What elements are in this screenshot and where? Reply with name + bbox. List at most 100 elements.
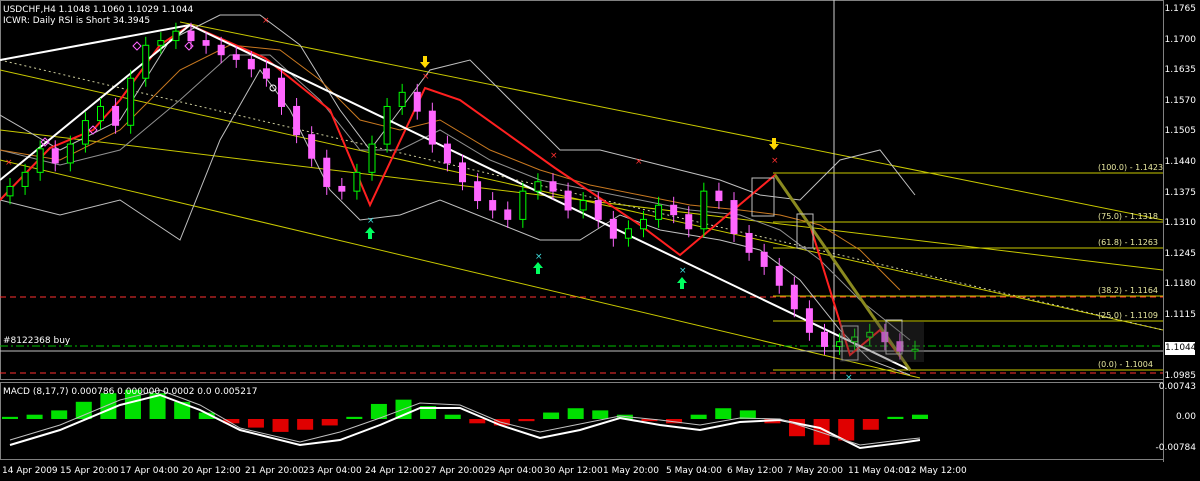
date-tick-label: 21 Apr 20:00: [245, 466, 304, 476]
macd-bar: [26, 414, 43, 419]
macd-bar: [2, 416, 18, 419]
sell-arrow-icon: [420, 56, 430, 68]
price-tick-label: 1.1115: [1164, 309, 1197, 320]
candle-body: [443, 143, 451, 164]
price-pane-frame: [0, 0, 1164, 380]
price-chart[interactable]: × × × × × × × × × ×: [0, 0, 1200, 481]
date-tick-label: 1 May 20:00: [603, 466, 659, 476]
order-label[interactable]: #8122368 buy: [3, 336, 70, 346]
fibo-label: (75.0) - 1.1318: [1098, 212, 1159, 221]
sell-arrow-icon: [769, 138, 779, 150]
candle-body: [685, 214, 693, 230]
shaded-area: [840, 322, 924, 362]
candle-body: [790, 284, 798, 310]
macd-bar: [272, 419, 289, 432]
price-tick-label: 1.1375: [1164, 187, 1197, 198]
signal-cross-icon: ×: [262, 16, 270, 26]
date-tick-label: 7 May 20:00: [787, 466, 843, 476]
candle-body: [217, 44, 225, 56]
diamond-marker-icon: [184, 41, 194, 51]
date-tick-label: 15 Apr 20:00: [60, 466, 119, 476]
macd-bar: [518, 419, 535, 422]
candle-body: [97, 105, 104, 122]
candle-body: [172, 30, 180, 42]
signal-cross-icon: ×: [422, 72, 430, 82]
candle-body: [428, 110, 436, 145]
candle-body: [640, 218, 647, 230]
macd-bar: [912, 414, 928, 419]
macd-bar: [567, 408, 584, 419]
diamond-marker-icon: [132, 41, 142, 51]
candle-body: [489, 200, 497, 211]
macd-bar: [543, 412, 560, 419]
candle-body: [775, 265, 783, 286]
signal-cross-icon: ×: [845, 373, 853, 383]
price-tick-label: 1.1570: [1164, 95, 1197, 106]
symbol-info: USDCHF,H4 1.1048 1.1060 1.1029 1.1044: [3, 5, 194, 15]
date-tick-label: 12 May 12:00: [905, 466, 967, 476]
macd-bar: [75, 401, 92, 419]
candle-body: [383, 105, 391, 145]
signal-cross-icon: ×: [635, 157, 643, 167]
current-price-marker: 1.1044: [1165, 342, 1197, 355]
macd-bar: [321, 419, 338, 426]
candle-body: [760, 251, 768, 267]
candle-body: [519, 190, 527, 220]
candle-body: [715, 190, 723, 202]
fibo-label: (0.0) - 1.1004: [1098, 360, 1153, 369]
candle-body: [323, 157, 331, 187]
candle-body: [745, 232, 753, 253]
candle-body: [262, 68, 270, 79]
candle-body: [624, 228, 632, 239]
channel-line: [0, 69, 1164, 331]
macd-bar: [297, 419, 314, 430]
candle-body: [187, 30, 195, 42]
candle-body: [368, 143, 376, 173]
date-tick-label: 30 Apr 12:00: [544, 466, 603, 476]
date-tick-label: 11 May 04:00: [848, 466, 910, 476]
candle-body: [609, 218, 617, 239]
macd-tick-label: 0.00743: [1158, 382, 1196, 392]
candle-body: [534, 181, 542, 192]
channel-line: [179, 21, 1164, 221]
date-tick-label: 20 Apr 12:00: [182, 466, 241, 476]
candle-body: [594, 200, 602, 220]
candle-body: [6, 185, 14, 197]
candle-body: [127, 77, 135, 126]
buy-arrow-icon: [533, 262, 543, 274]
macd-tick-label: 0.00: [1175, 412, 1196, 422]
candle-body: [81, 120, 89, 145]
candle-body: [579, 200, 587, 211]
macd-tick-label: -0.00784: [1155, 443, 1196, 453]
candle-body: [564, 190, 572, 211]
macd-bar: [887, 416, 904, 419]
fibo-label: (25.0) - 1.1109: [1098, 311, 1159, 320]
date-tick-label: 17 Apr 04:00: [120, 466, 179, 476]
candle-body: [232, 54, 240, 60]
macd-bar: [247, 419, 264, 428]
signal-cross-icon: ×: [535, 252, 543, 262]
date-tick-label: 5 May 04:00: [666, 466, 722, 476]
price-tick-label: 1.1310: [1164, 218, 1197, 229]
candle-body: [459, 162, 466, 183]
candle-body: [670, 204, 678, 216]
pattern-box: [751, 177, 775, 217]
candle-body: [474, 181, 482, 202]
fibo-label: (38.2) - 1.1164: [1098, 286, 1159, 295]
trend-dotted-line: [0, 59, 1164, 331]
price-tick-label: 1.0985: [1164, 371, 1197, 381]
candle-body: [821, 331, 828, 347]
price-tick-label: 1.1245: [1164, 248, 1197, 259]
candle-body: [112, 105, 120, 126]
signal-cross-icon: ×: [5, 158, 13, 168]
buy-arrow-icon: [365, 227, 375, 239]
price-tick-label: 1.1635: [1164, 65, 1197, 76]
signal-cross-icon: ×: [679, 266, 687, 276]
candle-body: [36, 148, 44, 173]
date-tick-label: 6 May 12:00: [727, 466, 783, 476]
rsi-indicator-info: ICWR: Daily RSI is Short 34.3945: [3, 16, 151, 26]
macd-bar: [346, 416, 363, 419]
macd-bar: [444, 414, 461, 419]
candle-body: [655, 204, 663, 220]
candle-body: [142, 44, 150, 79]
